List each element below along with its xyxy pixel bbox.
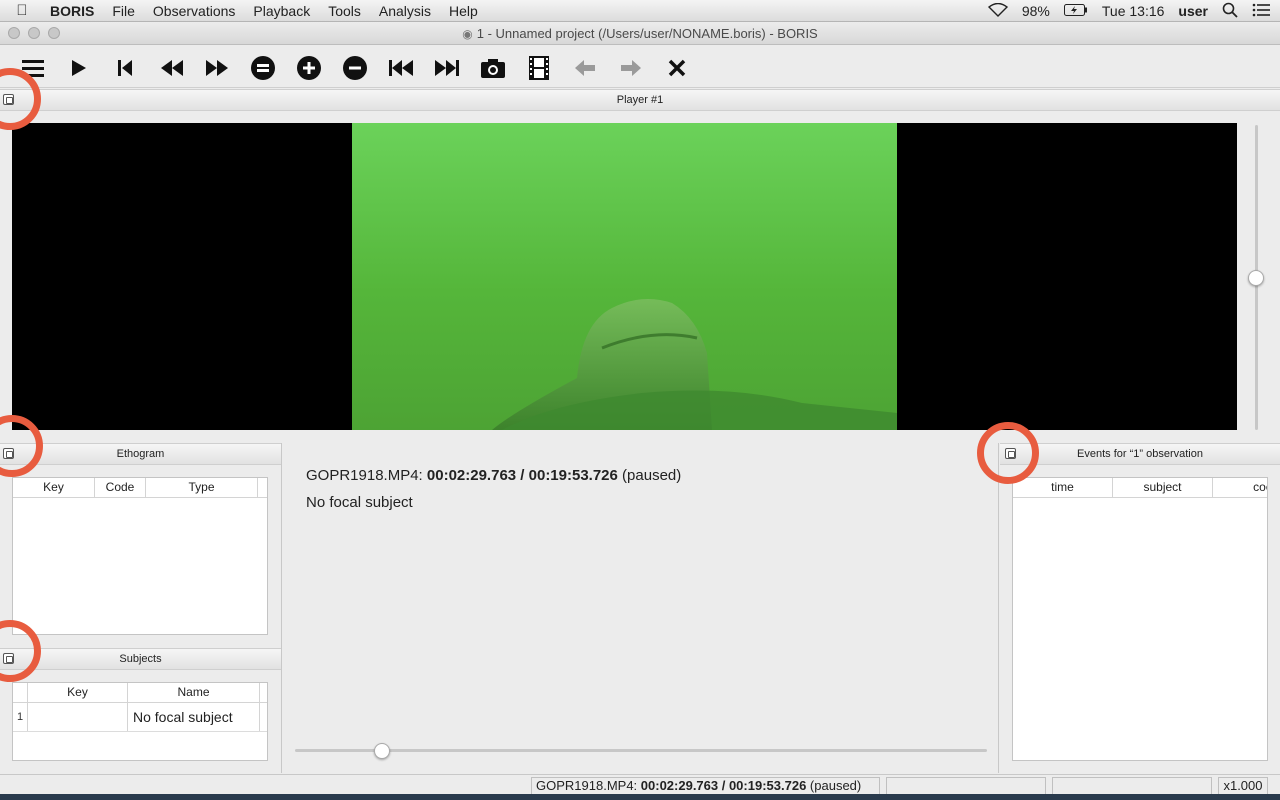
menu-tools[interactable]: Tools bbox=[319, 3, 370, 19]
status-media-file: GOPR1918.MP4: bbox=[536, 778, 638, 793]
row-index: 1 bbox=[13, 703, 28, 731]
speed-down-icon[interactable] bbox=[340, 53, 370, 83]
toolbar bbox=[0, 46, 1280, 88]
volume-slider-handle[interactable] bbox=[1248, 269, 1264, 286]
events-table[interactable]: time subject coc bbox=[1012, 477, 1268, 761]
spotlight-search-icon[interactable] bbox=[1222, 2, 1238, 21]
events-float-button[interactable] bbox=[1005, 448, 1016, 459]
close-icon[interactable] bbox=[662, 53, 692, 83]
back-icon[interactable] bbox=[570, 53, 600, 83]
jump-to-start-icon[interactable] bbox=[110, 53, 140, 83]
subject-key-cell[interactable] bbox=[28, 703, 128, 731]
subjects-dock-header: Subjects bbox=[0, 648, 281, 670]
frame-by-frame-icon[interactable] bbox=[524, 53, 554, 83]
fast-forward-icon[interactable] bbox=[202, 53, 232, 83]
subjects-col-index bbox=[13, 683, 28, 702]
rewind-icon[interactable] bbox=[157, 53, 187, 83]
window-title-bar: ◉ 1 - Unnamed project (/Users/user/NONAME… bbox=[0, 22, 1280, 45]
video-frame bbox=[352, 123, 897, 430]
desktop-edge bbox=[0, 794, 1280, 800]
video-area[interactable] bbox=[12, 123, 1237, 430]
apple-icon[interactable]:  bbox=[0, 2, 44, 19]
menu-help[interactable]: Help bbox=[440, 3, 487, 19]
player-dock-header: Player #1 bbox=[0, 89, 1280, 111]
document-proxy-icon: ◉ bbox=[462, 27, 473, 41]
menu-app-boris[interactable]: BORIS bbox=[44, 3, 103, 19]
window-title: 1 - Unnamed project (/Users/user/NONAME.… bbox=[476, 26, 818, 41]
menu-observations[interactable]: Observations bbox=[144, 3, 244, 19]
events-col-time[interactable]: time bbox=[1013, 478, 1113, 497]
menu-playback[interactable]: Playback bbox=[244, 3, 319, 19]
ethogram-col-key[interactable]: Key bbox=[13, 478, 95, 497]
menu-file[interactable]: File bbox=[103, 3, 144, 19]
status-time: 00:02:29.763 / 00:19:53.726 bbox=[640, 778, 807, 793]
player-float-button[interactable] bbox=[3, 94, 14, 105]
subject-name-cell[interactable]: No focal subject bbox=[128, 703, 260, 731]
status-media-time: GOPR1918.MP4: 00:02:29.763 / 00:19:53.72… bbox=[531, 777, 880, 795]
ethogram-table[interactable]: Key Code Type bbox=[12, 477, 268, 635]
events-title: Events for “1” observation bbox=[1077, 448, 1203, 460]
subjects-col-name[interactable]: Name bbox=[128, 683, 260, 702]
media-time-label: GOPR1918.MP4: 00:02:29.763 / 00:19:53.72… bbox=[306, 467, 681, 484]
events-col-subject[interactable]: subject bbox=[1113, 478, 1213, 497]
ethogram-title: Ethogram bbox=[116, 448, 165, 460]
play-icon[interactable] bbox=[63, 53, 93, 83]
previous-media-icon[interactable] bbox=[386, 53, 416, 83]
focal-subject-label: No focal subject bbox=[306, 494, 413, 511]
subjects-title: Subjects bbox=[119, 653, 162, 665]
forward-icon[interactable] bbox=[616, 53, 646, 83]
user-menu[interactable]: user bbox=[1178, 3, 1208, 19]
next-media-icon[interactable] bbox=[432, 53, 462, 83]
speed-up-icon[interactable] bbox=[294, 53, 324, 83]
status-state: (paused) bbox=[809, 778, 862, 793]
menu-bar:  BORIS File Observations Playback Tools… bbox=[0, 0, 1280, 22]
battery-icon[interactable] bbox=[1063, 3, 1088, 19]
events-col-code[interactable]: coc bbox=[1213, 478, 1267, 497]
table-row[interactable]: 1 No focal subject bbox=[13, 703, 267, 732]
video-position-slider-track[interactable] bbox=[295, 749, 987, 752]
events-dock-header: Events for “1” observation bbox=[1000, 443, 1280, 465]
player-title: Player #1 bbox=[616, 94, 664, 106]
subjects-table[interactable]: Key Name 1 No focal subject bbox=[12, 682, 268, 761]
menu-analysis[interactable]: Analysis bbox=[370, 3, 440, 19]
status-bar: GOPR1918.MP4: 00:02:29.763 / 00:19:53.72… bbox=[0, 774, 1280, 795]
video-position-slider-handle[interactable] bbox=[374, 743, 391, 759]
clock[interactable]: Tue 13:16 bbox=[1102, 3, 1165, 19]
status-cell-3 bbox=[1052, 777, 1212, 795]
subjects-float-button[interactable] bbox=[3, 653, 14, 664]
status-cell-2 bbox=[886, 777, 1046, 795]
wifi-icon[interactable] bbox=[987, 2, 1008, 20]
ethogram-dock-header: Ethogram bbox=[0, 443, 281, 465]
media-time: 00:02:29.763 / 00:19:53.726 bbox=[426, 467, 618, 484]
video-image bbox=[492, 299, 897, 430]
ethogram-float-button[interactable] bbox=[3, 448, 14, 459]
status-speed: x1.000 bbox=[1218, 777, 1268, 795]
notification-center-icon[interactable] bbox=[1252, 3, 1270, 20]
equal-speed-icon[interactable] bbox=[248, 53, 278, 83]
ethogram-col-code[interactable]: Code bbox=[95, 478, 146, 497]
battery-percent[interactable]: 98% bbox=[1022, 3, 1050, 19]
subjects-col-key[interactable]: Key bbox=[28, 683, 128, 702]
menu-icon[interactable] bbox=[18, 53, 48, 83]
snapshot-icon[interactable] bbox=[478, 53, 508, 83]
media-info-panel: GOPR1918.MP4: 00:02:29.763 / 00:19:53.72… bbox=[281, 443, 999, 773]
media-file-name: GOPR1918.MP4: bbox=[306, 467, 423, 484]
media-state: (paused) bbox=[622, 467, 682, 484]
ethogram-col-type[interactable]: Type bbox=[146, 478, 258, 497]
